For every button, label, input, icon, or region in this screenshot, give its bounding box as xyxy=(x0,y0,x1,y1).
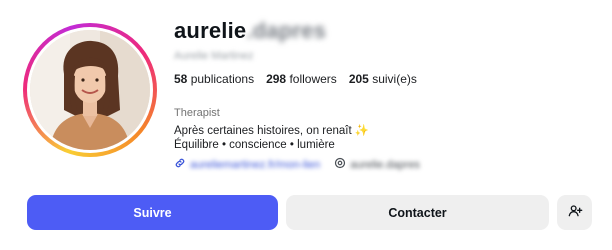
sparkle-icon: ✨ xyxy=(354,125,370,137)
username-visible: aurelie xyxy=(174,18,247,43)
avatar-photo xyxy=(30,30,150,150)
profile-stats: 58 publications 298 followers 205 suivi(… xyxy=(174,72,417,86)
username-redacted: .dapres xyxy=(246,18,327,43)
profile-links: aureliemartinez.fr/mon-lien aurelie.dapr… xyxy=(174,157,420,172)
contact-button[interactable]: Contacter xyxy=(286,195,549,230)
stat-followers[interactable]: 298 followers xyxy=(266,72,337,86)
suggested-accounts-button[interactable] xyxy=(557,195,592,230)
website-link[interactable]: aureliemartinez.fr/mon-lien xyxy=(174,157,320,172)
threads-icon xyxy=(334,157,346,172)
display-name: Aurelie Martinez xyxy=(174,50,254,62)
username: aurelie.dapres xyxy=(174,18,326,44)
followers-count: 298 xyxy=(266,72,287,86)
add-person-icon xyxy=(567,203,583,222)
profession-category: Therapist xyxy=(174,107,220,119)
bio-line-1-text: Après certaines histoires, on renaît xyxy=(174,125,352,137)
following-label: suivi(e)s xyxy=(372,72,417,86)
threads-link-text: aurelie.dapres xyxy=(350,158,420,171)
stat-posts: 58 publications xyxy=(174,72,254,86)
followers-label: followers xyxy=(289,72,337,86)
link-icon xyxy=(174,157,186,172)
story-ring[interactable] xyxy=(23,23,157,157)
profile-header: aurelie.dapres Aurelie Martinez 58 publi… xyxy=(0,0,612,250)
avatar[interactable] xyxy=(30,30,150,150)
threads-link[interactable]: aurelie.dapres xyxy=(334,157,420,172)
website-link-text: aureliemartinez.fr/mon-lien xyxy=(190,158,321,171)
follow-button[interactable]: Suivre xyxy=(27,195,278,230)
stat-following[interactable]: 205 suivi(e)s xyxy=(349,72,417,86)
posts-label: publications xyxy=(190,72,255,86)
posts-count: 58 xyxy=(174,72,188,86)
following-count: 205 xyxy=(348,72,369,86)
bio-line-2: Équilibre • conscience • lumière xyxy=(174,139,335,151)
avatar-frame xyxy=(27,27,153,153)
bio-line-1: Après certaines histoires, on renaît ✨ xyxy=(174,123,369,137)
